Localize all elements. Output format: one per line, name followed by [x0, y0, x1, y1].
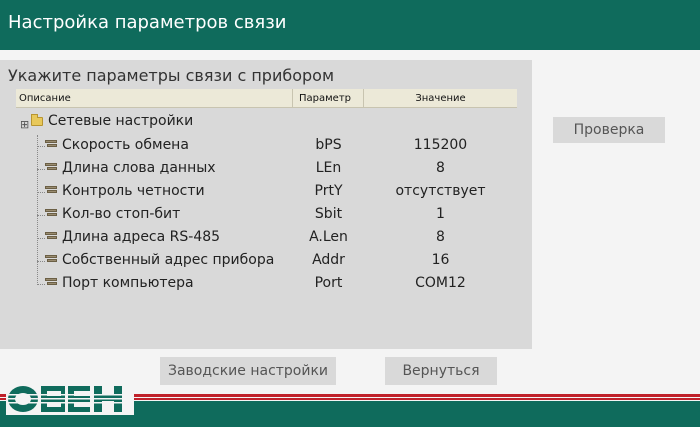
- row-value[interactable]: 8: [364, 160, 517, 176]
- table-header: Описание Параметр Значение: [16, 89, 517, 108]
- table-row[interactable]: Порт компьютера Port COM12: [0, 273, 532, 296]
- row-value[interactable]: 16: [364, 252, 517, 268]
- tree-branch-line: [37, 192, 45, 193]
- row-param: Sbit: [314, 206, 343, 222]
- row-param: A.Len: [309, 229, 348, 245]
- tree-branch-line: [37, 261, 45, 262]
- factory-settings-button[interactable]: Заводские настройки: [160, 357, 336, 385]
- row-param: bPS: [315, 137, 342, 153]
- table-row[interactable]: Контроль четности PrtY отсутствует: [0, 181, 532, 204]
- column-header-parameter[interactable]: Параметр: [293, 89, 364, 108]
- row-name: Контроль четности: [62, 183, 205, 199]
- tree-branch-line: [37, 284, 45, 285]
- table-row[interactable]: Собственный адрес прибора Addr 16: [0, 250, 532, 273]
- column-header-description[interactable]: Описание: [16, 89, 293, 108]
- row-param: Port: [314, 275, 343, 291]
- owen-logo: [6, 381, 134, 415]
- folder-icon: [31, 114, 43, 126]
- tree-branch-line: [37, 169, 45, 170]
- parameter-icon: [45, 209, 57, 219]
- row-param: PrtY: [314, 183, 343, 199]
- check-button[interactable]: Проверка: [553, 117, 665, 143]
- table-row[interactable]: Кол-во стоп-бит Sbit 1: [0, 204, 532, 227]
- title-bar: Настройка параметров связи: [0, 0, 700, 50]
- settings-panel: Укажите параметры связи с прибором Описа…: [0, 60, 532, 349]
- tree-expander-icon[interactable]: ⊞: [20, 119, 29, 130]
- row-value[interactable]: 1: [364, 206, 517, 222]
- window-title: Настройка параметров связи: [8, 12, 287, 33]
- row-name: Длина слова данных: [62, 160, 216, 176]
- parameter-icon: [45, 163, 57, 173]
- row-value[interactable]: 8: [364, 229, 517, 245]
- tree-branch-line: [37, 215, 45, 216]
- row-value[interactable]: отсутствует: [364, 183, 517, 199]
- row-param: LEn: [315, 160, 342, 176]
- row-name: Собственный адрес прибора: [62, 252, 275, 268]
- row-name: Кол-во стоп-бит: [62, 206, 181, 222]
- row-name: Длина адреса RS-485: [62, 229, 221, 245]
- row-value[interactable]: 115200: [364, 137, 517, 153]
- parameter-icon: [45, 186, 57, 196]
- tree-group-label: Сетевые настройки: [48, 113, 194, 129]
- panel-heading: Укажите параметры связи с прибором: [8, 66, 335, 85]
- parameter-icon: [45, 278, 57, 288]
- tree-branch-line: [37, 238, 45, 239]
- back-button[interactable]: Вернуться: [385, 357, 497, 385]
- table-row[interactable]: Длина слова данных LEn 8: [0, 158, 532, 181]
- table-row[interactable]: Длина адреса RS-485 A.Len 8: [0, 227, 532, 250]
- parameter-icon: [45, 232, 57, 242]
- row-param: Addr: [312, 252, 345, 268]
- row-name: Скорость обмена: [62, 137, 189, 153]
- row-name: Порт компьютера: [62, 275, 194, 291]
- column-header-value[interactable]: Значение: [364, 89, 517, 108]
- row-value[interactable]: COM12: [364, 275, 517, 291]
- parameter-icon: [45, 140, 57, 150]
- parameter-icon: [45, 255, 57, 265]
- tree-branch-line: [37, 146, 45, 147]
- table-row[interactable]: Скорость обмена bPS 115200: [0, 135, 532, 158]
